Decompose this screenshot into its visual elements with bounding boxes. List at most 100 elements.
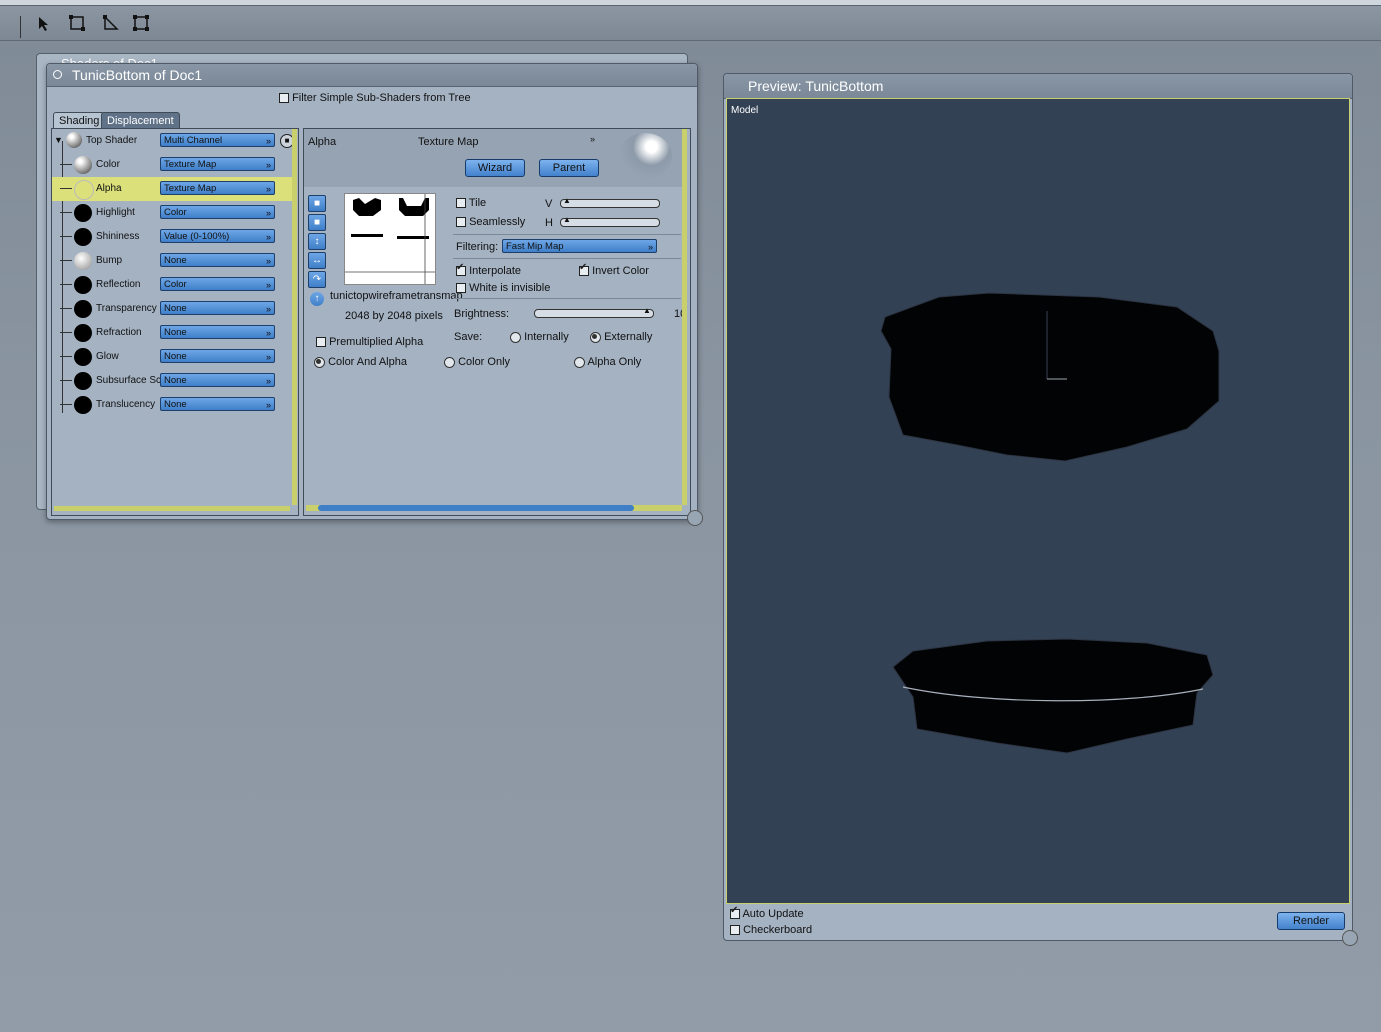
filter-checkbox[interactable] xyxy=(279,93,289,104)
brightness-slider[interactable]: ▲ xyxy=(534,306,654,318)
tree-row-glow[interactable]: Glow None » xyxy=(52,345,292,369)
wizard-button[interactable]: Wizard xyxy=(465,159,525,177)
auto-update-checkbox[interactable] xyxy=(730,905,740,920)
internally-row[interactable]: Internally xyxy=(510,331,569,343)
slider-thumb-icon[interactable]: ▲ xyxy=(643,306,651,315)
invert-color-row[interactable]: Invert Color xyxy=(579,262,649,277)
h-slider[interactable]: ▲ xyxy=(560,215,660,227)
tree-dropdown[interactable]: Color » xyxy=(160,277,275,291)
color-only-row[interactable]: Color Only xyxy=(444,356,510,368)
v-label: V xyxy=(545,198,553,210)
tile-label: Tile xyxy=(468,197,487,209)
seamlessly-label: Seamlessly xyxy=(469,216,526,228)
color-only-label: Color Only xyxy=(458,356,511,368)
slider-thumb-icon[interactable]: ▲ xyxy=(563,215,571,224)
tree-dropdown[interactable]: Texture Map » xyxy=(160,181,275,195)
tile-row[interactable]: Tile xyxy=(456,197,486,209)
rect-transform-icon[interactable] xyxy=(132,14,150,32)
tree-dropdown[interactable]: Value (0-100%) » xyxy=(160,229,275,243)
seamlessly-row[interactable]: Seamlessly xyxy=(456,216,525,228)
tree-row-transparency[interactable]: Transparency None » xyxy=(52,297,292,321)
filter-checkbox-row[interactable]: Filter Simple Sub-Shaders from Tree xyxy=(279,92,471,104)
render-button[interactable]: Render xyxy=(1277,912,1345,930)
white-invisible-row[interactable]: White is invisible xyxy=(456,282,550,294)
shader-window-titlebar[interactable]: TunicBottom of Doc1 xyxy=(47,64,697,87)
tree-row-highlight[interactable]: Highlight Color » xyxy=(52,201,292,225)
tree-row-bump[interactable]: Bump None » xyxy=(52,249,292,273)
slider-thumb-icon[interactable]: ▲ xyxy=(563,196,571,205)
flip-horizontal-icon[interactable]: ↔ xyxy=(308,252,326,269)
tab-shading[interactable]: Shading xyxy=(53,112,106,129)
chevron-down-icon: » xyxy=(265,208,271,218)
tab-displacement[interactable]: Displacement xyxy=(101,112,180,129)
resize-handle-icon[interactable] xyxy=(687,510,703,526)
auto-update-row[interactable]: Auto Update xyxy=(730,905,804,920)
filtering-dropdown[interactable]: Fast Mip Map » xyxy=(502,239,657,253)
internally-radio[interactable] xyxy=(510,331,521,343)
tree-label: Highlight xyxy=(96,207,135,218)
close-icon[interactable] xyxy=(53,70,62,79)
color-and-alpha-radio[interactable] xyxy=(314,356,325,368)
tree-row-refraction[interactable]: Refraction None » xyxy=(52,321,292,345)
tree-hscrollbar[interactable] xyxy=(54,506,290,511)
externally-row[interactable]: Externally xyxy=(590,331,652,343)
premultiplied-row[interactable]: Premultiplied Alpha xyxy=(316,336,423,348)
tree-row-top-shader[interactable]: ▼ Top Shader Multi Channel» ■ xyxy=(52,129,294,153)
tree-dropdown[interactable]: Texture Map » xyxy=(160,157,275,171)
lasso-select-icon[interactable] xyxy=(102,14,120,32)
up-arrow-icon[interactable]: ↑ xyxy=(310,292,324,306)
parent-button[interactable]: Parent xyxy=(539,159,599,177)
internally-label: Internally xyxy=(524,331,569,343)
box-select-icon[interactable] xyxy=(68,14,86,32)
type-chevron-icon[interactable]: » xyxy=(590,134,595,144)
tree-dropdown[interactable]: Color » xyxy=(160,205,275,219)
texture-thumbnail[interactable] xyxy=(344,193,436,285)
detail-hscrollbar[interactable] xyxy=(306,505,682,511)
resize-handle-icon[interactable] xyxy=(1342,930,1358,946)
interpolate-checkbox[interactable] xyxy=(456,262,466,277)
open-file-icon[interactable]: ■ xyxy=(308,195,326,212)
color-only-radio[interactable] xyxy=(444,356,455,368)
detail-scrollbar[interactable] xyxy=(682,129,687,505)
tree-row-alpha[interactable]: Alpha Texture Map » xyxy=(52,177,292,201)
tile-checkbox[interactable] xyxy=(456,198,466,209)
white-invisible-checkbox[interactable] xyxy=(456,283,466,294)
premultiplied-checkbox[interactable] xyxy=(316,337,326,348)
tree-dropdown[interactable]: None » xyxy=(160,253,275,267)
dropdown-value: None xyxy=(164,375,187,386)
white-invisible-label: White is invisible xyxy=(469,282,551,294)
tree-dropdown[interactable]: Multi Channel » xyxy=(160,133,275,147)
externally-radio[interactable] xyxy=(590,331,601,343)
seamlessly-checkbox[interactable] xyxy=(456,217,466,228)
interpolate-row[interactable]: Interpolate xyxy=(456,262,521,277)
preview-titlebar[interactable]: Preview: TunicBottom xyxy=(724,74,1352,99)
tree-row-shininess[interactable]: Shininess Value (0-100%) » xyxy=(52,225,292,249)
checkerboard-row[interactable]: Checkerboard xyxy=(730,924,812,936)
rotate-icon[interactable]: ↷ xyxy=(308,271,326,288)
invert-color-checkbox[interactable] xyxy=(579,262,589,277)
tree-row-reflection[interactable]: Reflection Color » xyxy=(52,273,292,297)
v-slider[interactable]: ▲ xyxy=(560,196,660,208)
alpha-only-label: Alpha Only xyxy=(587,356,642,368)
open-folder-icon[interactable]: ■ xyxy=(308,214,326,231)
tree-dropdown[interactable]: None » xyxy=(160,349,275,363)
preview-viewport[interactable]: Model xyxy=(726,98,1350,904)
tree-row-translucency[interactable]: Translucency None » xyxy=(52,393,292,417)
arrow-select-icon[interactable] xyxy=(36,14,54,32)
flip-vertical-icon[interactable]: ↕ xyxy=(308,233,326,250)
collapse-triangle-icon[interactable]: ▼ xyxy=(54,135,63,145)
tree-scrollbar[interactable] xyxy=(292,129,297,505)
alpha-only-row[interactable]: Alpha Only xyxy=(574,356,641,368)
hscroll-thumb[interactable] xyxy=(318,505,634,511)
tree-dropdown[interactable]: None » xyxy=(160,301,275,315)
tree-dropdown[interactable]: None » xyxy=(160,373,275,387)
alpha-only-radio[interactable] xyxy=(574,356,585,368)
tree-dropdown[interactable]: None » xyxy=(160,325,275,339)
color-and-alpha-row[interactable]: Color And Alpha xyxy=(314,356,407,368)
tree-row-subsurface[interactable]: Subsurface Sc None » xyxy=(52,369,292,393)
tree-dropdown[interactable]: None » xyxy=(160,397,275,411)
dropdown-value: None xyxy=(164,255,187,266)
tree-connector xyxy=(60,284,72,285)
checkerboard-checkbox[interactable] xyxy=(730,925,740,936)
tree-row-color[interactable]: Color Texture Map » xyxy=(52,153,292,177)
